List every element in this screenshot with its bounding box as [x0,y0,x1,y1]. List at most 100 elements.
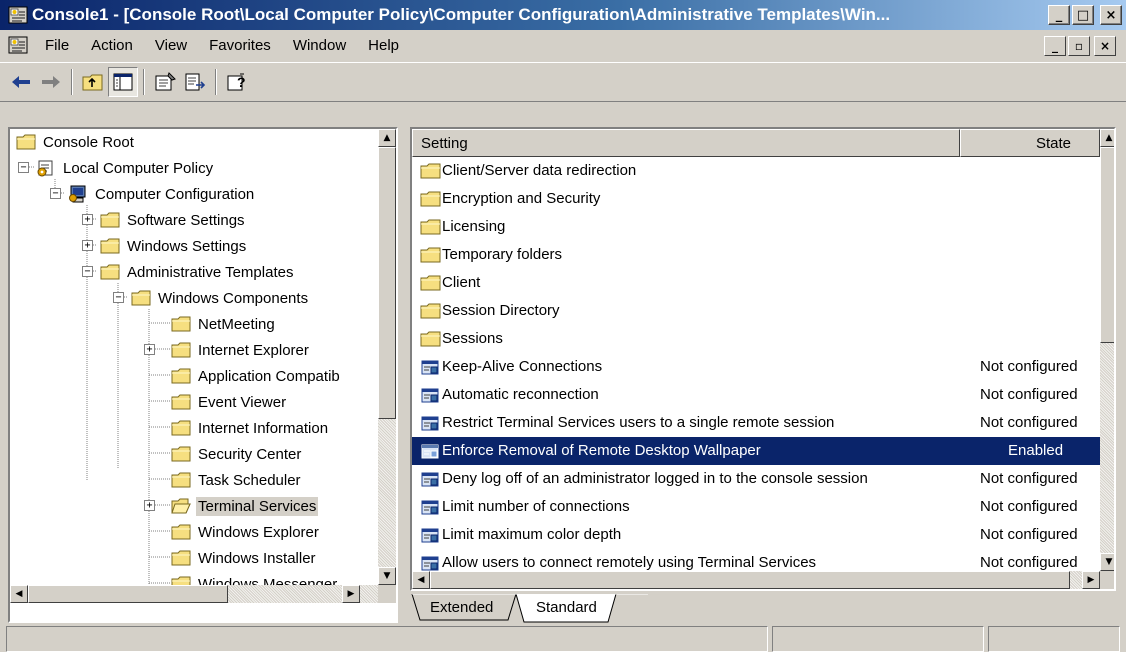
tree-item-label: Console Root [43,133,134,151]
tab-standard[interactable]: Standard [536,599,597,616]
tree-vertical-scroll-thumb[interactable] [378,147,396,419]
tree-item-label: Event Viewer [198,393,287,411]
column-header-state[interactable]: State [960,129,1100,157]
tree-item-windows-settings[interactable]: Windows Settings [100,233,248,259]
up-one-level-icon [82,74,103,91]
export-list-button[interactable] [180,67,210,97]
mdi-close-button[interactable]: × [1094,36,1116,56]
scroll-up-arrow-icon[interactable]: ▲ [378,129,396,147]
tree-expander[interactable]: + [144,344,155,355]
scroll-down-arrow-icon[interactable]: ▼ [378,567,396,585]
tree-vertical-scrollbar[interactable]: ▲ ▼ [378,129,396,585]
scroll-right-arrow-icon[interactable]: ▶ [1082,571,1100,589]
properties-button[interactable] [150,67,180,97]
mdi-restore-button[interactable]: ▫ [1068,36,1090,56]
tree-expander[interactable]: + [82,214,93,225]
setting-state: Not configured [980,554,1078,571]
minimize-button[interactable]: _ [1048,5,1070,25]
list-row[interactable]: Temporary folders [412,241,1100,269]
tree-item-event-viewer[interactable]: Event Viewer [171,389,288,415]
list-row[interactable]: Automatic reconnection Not configured [412,381,1100,409]
document-icon[interactable] [8,35,28,55]
forward-button[interactable] [36,67,66,97]
scroll-down-arrow-icon[interactable]: ▼ [1100,553,1114,571]
tree-item-label: NetMeeting [198,315,275,333]
column-header-setting[interactable]: Setting [412,129,960,157]
list-row[interactable]: Deny log off of an administrator logged … [412,465,1100,493]
tree-expander[interactable]: − [82,266,93,277]
results-list[interactable]: Setting State Client/Server data redirec… [410,127,1116,591]
tree-item-windows-components[interactable]: Windows Components [131,285,310,311]
folder-icon [171,342,191,358]
folder-icon [420,191,441,207]
scroll-left-arrow-icon[interactable]: ◀ [10,585,28,603]
tree-item-windows-installer[interactable]: Windows Installer [171,545,318,571]
tree-item-administrative-templates[interactable]: Administrative Templates [100,259,295,285]
list-horizontal-scroll-thumb[interactable] [430,571,1070,589]
menu-view[interactable]: View [144,37,198,54]
scroll-right-arrow-icon[interactable]: ▶ [342,585,360,603]
tree-item-computer-configuration[interactable]: Computer Configuration [68,181,256,207]
tree-expander[interactable]: + [144,500,155,511]
tree-expander[interactable]: + [82,240,93,251]
close-button[interactable]: × [1100,5,1122,25]
tree-item-application-compatibility[interactable]: Application Compatib [171,363,342,389]
tree-item-terminal-services[interactable]: Terminal Services [171,493,319,519]
back-button[interactable] [6,67,36,97]
help-button[interactable]: ? [222,67,252,97]
folder-icon [420,331,441,347]
list-row[interactable]: Keep-Alive Connections Not configured [412,353,1100,381]
list-row[interactable]: Limit number of connections Not configure… [412,493,1100,521]
tree-item-console-root[interactable]: Console Root [16,129,136,155]
mmc-app-icon[interactable] [8,5,28,25]
menu-help[interactable]: Help [357,37,410,54]
tab-extended[interactable]: Extended [430,599,493,616]
list-row[interactable]: Licensing [412,213,1100,241]
policy-setting-icon [421,388,439,403]
list-row[interactable]: Enforce Removal of Remote Desktop Wallpa… [412,437,1100,465]
list-row[interactable]: Client/Server data redirection [412,157,1100,185]
show-hide-tree-button[interactable] [108,67,138,97]
tree-expander[interactable]: − [18,162,29,173]
folder-icon [171,420,191,436]
maximize-button[interactable]: □ [1072,5,1094,25]
list-row[interactable]: Restrict Terminal Services users to a si… [412,409,1100,437]
policy-setting-icon [421,416,439,431]
scroll-corner [378,585,396,603]
up-one-level-button[interactable] [78,67,108,97]
tree-horizontal-scroll-thumb[interactable] [28,585,228,603]
list-horizontal-scrollbar[interactable]: ◀ ▶ [412,571,1100,589]
list-vertical-scroll-thumb[interactable] [1100,147,1114,343]
tree-expander[interactable]: − [50,188,61,199]
tree-expander[interactable]: − [113,292,124,303]
tree-item-software-settings[interactable]: Software Settings [100,207,247,233]
console-tree[interactable]: Console Root − Local Computer Policy − C… [8,127,398,623]
folder-icon [171,394,191,410]
list-row[interactable]: Limit maximum color depth Not configured [412,521,1100,549]
menu-file[interactable]: File [34,37,80,54]
tree-item-security-center[interactable]: Security Center [171,441,303,467]
tree-item-netmeeting[interactable]: NetMeeting [171,311,277,337]
open-folder-icon [171,498,191,514]
tree-item-windows-explorer[interactable]: Windows Explorer [171,519,321,545]
list-row[interactable]: Encryption and Security [412,185,1100,213]
scroll-up-arrow-icon[interactable]: ▲ [1100,129,1114,147]
folder-icon [420,219,441,235]
list-row[interactable]: Client [412,269,1100,297]
setting-name: Restrict Terminal Services users to a si… [442,414,835,431]
folder-icon [420,275,441,291]
tree-item-internet-information[interactable]: Internet Information [171,415,330,441]
mdi-minimize-button[interactable]: _ [1044,36,1066,56]
menu-window[interactable]: Window [282,37,357,54]
list-row[interactable]: Sessions [412,325,1100,353]
tree-item-local-computer-policy[interactable]: Local Computer Policy [36,155,215,181]
tree-item-internet-explorer[interactable]: Internet Explorer [171,337,311,363]
scroll-left-arrow-icon[interactable]: ◀ [412,571,430,589]
tree-horizontal-scrollbar[interactable]: ◀ ▶ [10,585,378,603]
tree-item-task-scheduler[interactable]: Task Scheduler [171,467,303,493]
menu-favorites[interactable]: Favorites [198,37,282,54]
list-vertical-scrollbar[interactable]: ▲ ▼ [1100,129,1114,571]
menu-action[interactable]: Action [80,37,144,54]
list-row[interactable]: Session Directory [412,297,1100,325]
show-hide-tree-icon [113,73,133,91]
